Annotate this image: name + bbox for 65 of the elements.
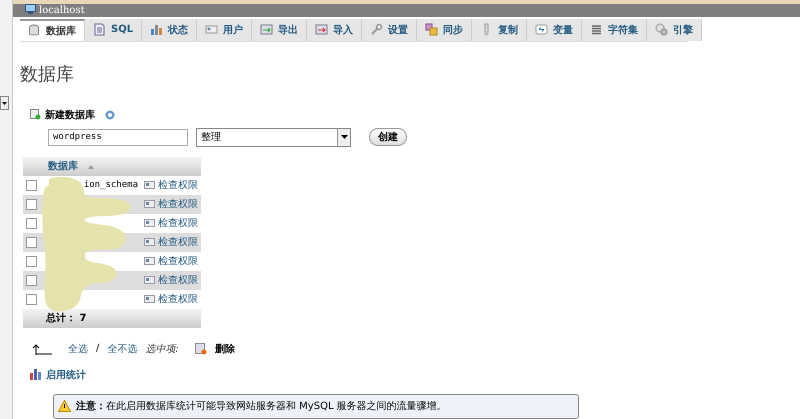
database-name-field[interactable]: wordpress [48, 128, 188, 146]
with-selected-label: 选中项: [145, 342, 179, 356]
id-card-icon [144, 238, 155, 246]
collation-dropdown[interactable]: 整理 [196, 128, 351, 147]
id-card-icon [205, 23, 218, 36]
id-card-icon [144, 257, 155, 266]
delete-icon[interactable] [194, 342, 207, 355]
row-checkbox[interactable] [26, 294, 37, 305]
database-name[interactable]: ion_schema [84, 180, 138, 190]
refresh-icon [535, 23, 548, 36]
check-all-link[interactable]: 全选 [68, 342, 88, 356]
nav-tab[interactable]: 数据库 [20, 18, 85, 41]
row-checkbox[interactable] [26, 274, 37, 286]
section-title: 新建数据库 [45, 108, 95, 122]
check-privileges-link[interactable]: 检查权限 [158, 197, 198, 212]
nav-tab[interactable]: 设置 [362, 18, 418, 41]
select-arrow-icon [32, 342, 52, 355]
create-button[interactable]: 创建 [369, 128, 407, 146]
document-icon [93, 23, 106, 36]
id-card-icon [144, 276, 155, 284]
new-database-icon [30, 109, 41, 120]
nav-tab[interactable]: 变量 [527, 18, 582, 41]
nav-tab[interactable]: 同步 [417, 18, 472, 41]
nav-tab[interactable]: 字符集 [582, 18, 648, 41]
uncheck-all-link[interactable]: 全不选 [107, 342, 138, 356]
id-card-icon [144, 181, 155, 190]
database-icon [28, 24, 41, 38]
page-title: 数据库 [20, 62, 75, 86]
list-icon [590, 23, 604, 36]
export-icon [260, 23, 274, 36]
wrench-icon [370, 23, 384, 36]
check-privileges-link[interactable]: 检查权限 [158, 254, 198, 268]
nav-tab[interactable]: 状态 [142, 18, 198, 41]
row-checkbox[interactable] [26, 236, 37, 248]
column-header[interactable]: 数据库 [48, 161, 78, 172]
delete-label[interactable]: 删除 [214, 342, 235, 356]
check-privileges-link[interactable]: 检查权限 [158, 292, 198, 306]
separator: / [96, 343, 100, 354]
nav-tab[interactable]: 导出 [252, 18, 308, 41]
id-card-icon [144, 295, 155, 304]
bar-chart-icon [150, 23, 164, 36]
id-card-icon [144, 219, 155, 228]
row-checkbox[interactable] [26, 218, 37, 229]
nav-tab[interactable]: SQL [85, 18, 142, 41]
id-card-icon [144, 200, 155, 208]
monitor-icon [25, 4, 36, 14]
check-privileges-link[interactable]: 检查权限 [158, 178, 198, 192]
nav-tab[interactable]: 导入 [307, 18, 362, 41]
nav-tab[interactable]: 引擎 [647, 18, 702, 41]
row-checkbox[interactable] [26, 180, 37, 191]
bar-chart-icon [30, 369, 42, 380]
check-privileges-link[interactable]: 检查权限 [158, 216, 198, 230]
row-checkbox[interactable] [26, 256, 37, 267]
import-icon [315, 23, 328, 36]
check-privileges-link[interactable]: 检查权限 [158, 273, 198, 288]
warning-icon [58, 400, 71, 412]
notice-text: 注意：在此启用数据库统计可能导致网站服务器和 MySQL 服务器之间的流量骤增。 [76, 399, 447, 414]
check-privileges-link[interactable]: 检查权限 [158, 235, 198, 250]
nav-tab[interactable]: 复制 [472, 18, 528, 41]
total-count: 总计： 7 [46, 313, 86, 324]
server-title[interactable]: localhost [39, 4, 85, 16]
dropdown-arrow-icon [340, 135, 348, 140]
row-checkbox[interactable] [26, 198, 37, 210]
enable-stats-link[interactable]: 启用统计 [46, 368, 86, 382]
nav-tab[interactable]: 用户 [197, 18, 252, 41]
